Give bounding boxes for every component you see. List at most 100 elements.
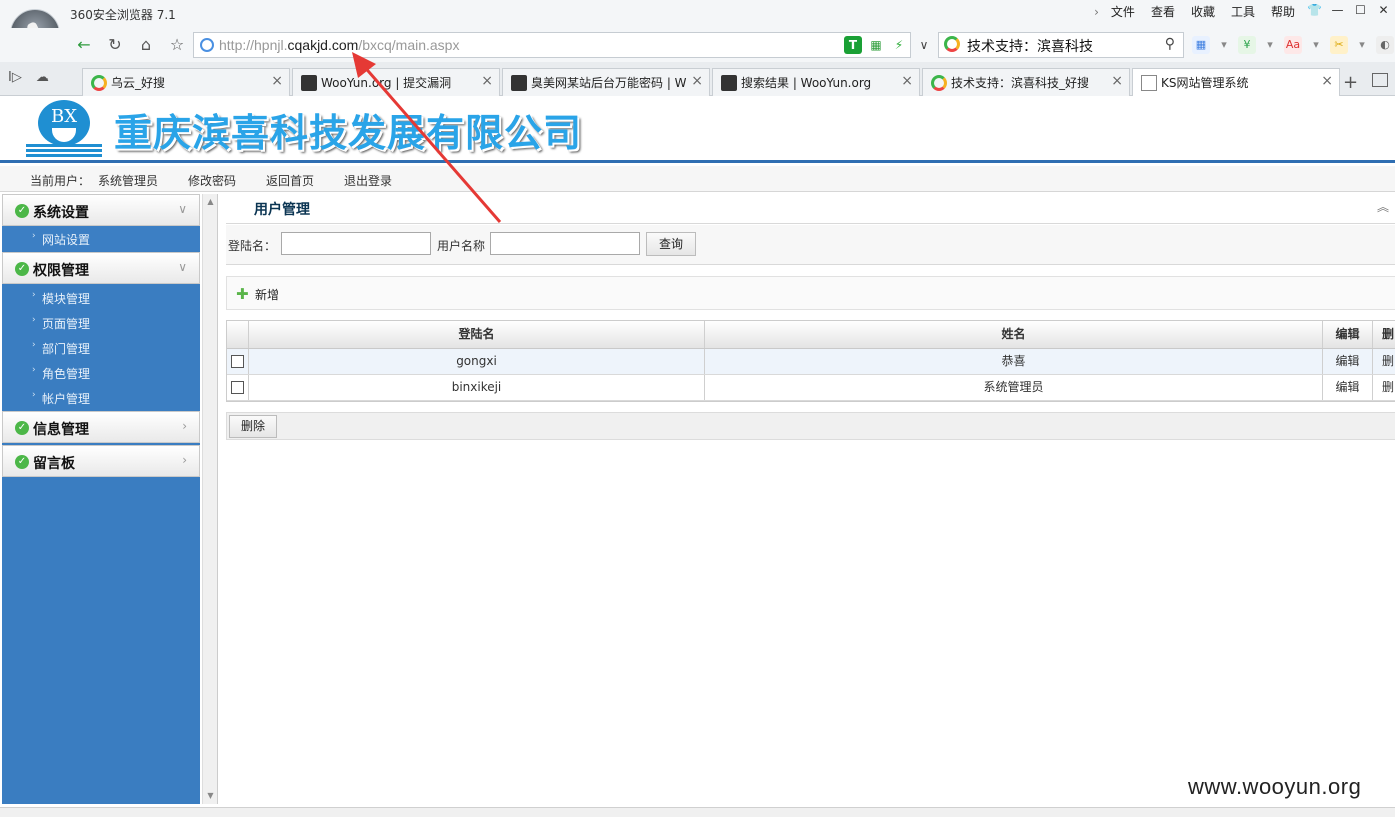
scroll-down-icon[interactable]: ▼ xyxy=(204,789,217,803)
status-bar xyxy=(0,807,1395,817)
haosou-icon xyxy=(944,36,960,52)
collapse-icon[interactable]: ︽ xyxy=(1377,198,1389,215)
tab-6-active[interactable]: KS网站管理系统 × xyxy=(1132,68,1340,97)
address-bar[interactable]: http://hpnjl.cqakjd.com/bxcq/main.aspx T… xyxy=(193,32,911,58)
plus-icon[interactable]: ✚ xyxy=(236,285,249,303)
row-checkbox[interactable] xyxy=(231,355,244,368)
tab-3[interactable]: 臭美网某站后台万能密码 | W × xyxy=(502,68,710,96)
sidebar-group-system[interactable]: ✓ 系统设置 ∨ xyxy=(2,194,200,226)
close-tab-icon[interactable]: × xyxy=(481,73,493,89)
site-banner: BX 重庆滨喜科技发展有限公司 xyxy=(0,96,1395,163)
wooyun-icon xyxy=(301,75,317,91)
edit-link[interactable]: 编辑 xyxy=(1323,349,1373,374)
home-icon[interactable]: ⌂ xyxy=(134,33,158,57)
dropdown-icon[interactable]: ▾ xyxy=(1266,36,1274,54)
skin-icon[interactable]: 👕 xyxy=(1303,0,1326,22)
sidebar-item-departments[interactable]: › 部门管理 xyxy=(2,335,200,360)
cell-name: 系统管理员 xyxy=(705,375,1323,400)
close-tab-icon[interactable]: × xyxy=(1321,73,1333,89)
logout-link[interactable]: 退出登录 xyxy=(344,172,392,189)
refresh-icon[interactable]: ↻ xyxy=(103,33,127,57)
sidebar-item-accounts[interactable]: › 帐户管理 xyxy=(2,385,200,410)
close-tab-icon[interactable]: × xyxy=(901,73,913,89)
watermark-text: www.wooyun.org xyxy=(1188,774,1362,799)
haosou-icon xyxy=(91,75,107,91)
minimize-button[interactable]: — xyxy=(1326,0,1349,22)
delete-link[interactable]: 删 xyxy=(1373,349,1395,374)
web-page: BX 重庆滨喜科技发展有限公司 当前用户： 系统管理员 修改密码 返回首页 退出… xyxy=(0,96,1395,807)
tab-list-icon[interactable] xyxy=(1372,73,1388,87)
sidebar-item-roles[interactable]: › 角色管理 xyxy=(2,360,200,385)
screenshot-icon[interactable]: ✂ xyxy=(1330,36,1348,54)
login-name-input[interactable] xyxy=(281,232,431,255)
apps-icon[interactable]: ▦ xyxy=(1192,36,1210,54)
tab-2[interactable]: WooYun.org | 提交漏洞 × xyxy=(292,68,500,96)
search-icon[interactable]: ⚲ xyxy=(1165,36,1175,52)
column-header-delete: 删 xyxy=(1381,327,1394,341)
menu-tools[interactable]: 工具 xyxy=(1223,4,1263,20)
sidebar-scrollbar[interactable]: ▲ ▼ xyxy=(202,194,218,804)
bottom-toolbar: 删除 xyxy=(226,412,1395,440)
query-button[interactable]: 查询 xyxy=(646,232,696,256)
dropdown-icon[interactable]: ▾ xyxy=(1220,36,1228,54)
new-tab-icon[interactable]: + xyxy=(1343,72,1358,93)
tab-label: 技术支持：滨喜科技_好搜 xyxy=(951,76,1090,90)
company-name: 重庆滨喜科技发展有限公司 xyxy=(114,111,583,155)
sidebar-item-pages[interactable]: › 页面管理 xyxy=(2,310,200,335)
page-icon xyxy=(1141,75,1157,91)
user-name-input[interactable] xyxy=(490,232,640,255)
delete-link[interactable]: 删 xyxy=(1373,375,1395,400)
change-password-link[interactable]: 修改密码 xyxy=(188,172,236,189)
qr-code-icon[interactable]: ▦ xyxy=(867,36,885,54)
close-tab-icon[interactable]: × xyxy=(691,73,703,89)
sidebar-toggle-icon[interactable]: I▷ xyxy=(8,70,22,85)
menu-chevron-icon[interactable]: › xyxy=(1086,4,1103,20)
menu-help[interactable]: 帮助 xyxy=(1263,4,1303,20)
sidebar-group-guestbook[interactable]: ✓ 留言板 › xyxy=(2,445,200,477)
search-input[interactable]: 技术支持：滨喜科技 xyxy=(967,36,1093,56)
maximize-button[interactable]: ☐ xyxy=(1349,0,1372,22)
close-tab-icon[interactable]: × xyxy=(271,73,283,89)
menu-favorites[interactable]: 收藏 xyxy=(1183,4,1223,20)
column-header-name[interactable]: 姓名 xyxy=(705,321,1323,348)
dropdown-icon[interactable]: ▾ xyxy=(1312,36,1320,54)
table-row: gongxi 恭喜 编辑 删 xyxy=(227,349,1395,375)
star-icon[interactable]: ☆ xyxy=(165,33,189,57)
close-window-button[interactable]: ✕ xyxy=(1372,0,1395,22)
back-icon[interactable]: ← xyxy=(72,33,96,57)
search-box[interactable]: 技术支持：滨喜科技 ⚲ xyxy=(938,32,1184,58)
tab-5[interactable]: 技术支持：滨喜科技_好搜 × xyxy=(922,68,1130,96)
scroll-up-icon[interactable]: ▲ xyxy=(204,195,217,209)
home-link[interactable]: 返回首页 xyxy=(266,172,314,189)
address-text[interactable]: http://hpnjl.cqakjd.com/bxcq/main.aspx xyxy=(219,37,459,53)
delete-button[interactable]: 删除 xyxy=(229,415,277,438)
add-button[interactable]: 新增 xyxy=(255,286,279,303)
check-icon: ✓ xyxy=(15,421,29,435)
translate-icon[interactable]: Aa xyxy=(1284,36,1302,54)
close-tab-icon[interactable]: × xyxy=(1111,73,1123,89)
company-logo: BX xyxy=(24,100,104,156)
lightning-icon[interactable]: ⚡ xyxy=(890,36,908,54)
sidebar-item-modules[interactable]: › 模块管理 xyxy=(2,285,200,310)
sidebar-group-permissions[interactable]: ✓ 权限管理 ∨ xyxy=(2,252,200,284)
menu-view[interactable]: 查看 xyxy=(1143,4,1183,20)
dropdown-icon[interactable]: ▾ xyxy=(1358,36,1366,54)
current-user-label: 当前用户： xyxy=(30,174,91,188)
column-header-login[interactable]: 登陆名 xyxy=(249,321,705,348)
action-toolbar: ✚ 新增 xyxy=(226,276,1395,310)
cloud-icon[interactable]: ☁ xyxy=(36,70,49,85)
safe-icon[interactable]: ¥ xyxy=(1238,36,1256,54)
security-shield-icon[interactable]: T xyxy=(844,36,862,54)
menu-file[interactable]: 文件 xyxy=(1103,4,1143,20)
tab-1[interactable]: 乌云_好搜 × xyxy=(82,68,290,96)
sidebar-group-info[interactable]: ✓ 信息管理 › xyxy=(2,411,200,443)
page-title: 用户管理 xyxy=(254,202,310,218)
address-dropdown-icon[interactable]: ∨ xyxy=(912,32,936,58)
gamepad-icon[interactable]: ◐ xyxy=(1376,36,1394,54)
globe-icon xyxy=(200,38,214,52)
sidebar-item-site-settings[interactable]: › 网站设置 xyxy=(2,226,200,251)
tab-label: 搜索结果 | WooYun.org xyxy=(741,76,872,90)
tab-4[interactable]: 搜索结果 | WooYun.org × xyxy=(712,68,920,96)
edit-link[interactable]: 编辑 xyxy=(1323,375,1373,400)
row-checkbox[interactable] xyxy=(231,381,244,394)
